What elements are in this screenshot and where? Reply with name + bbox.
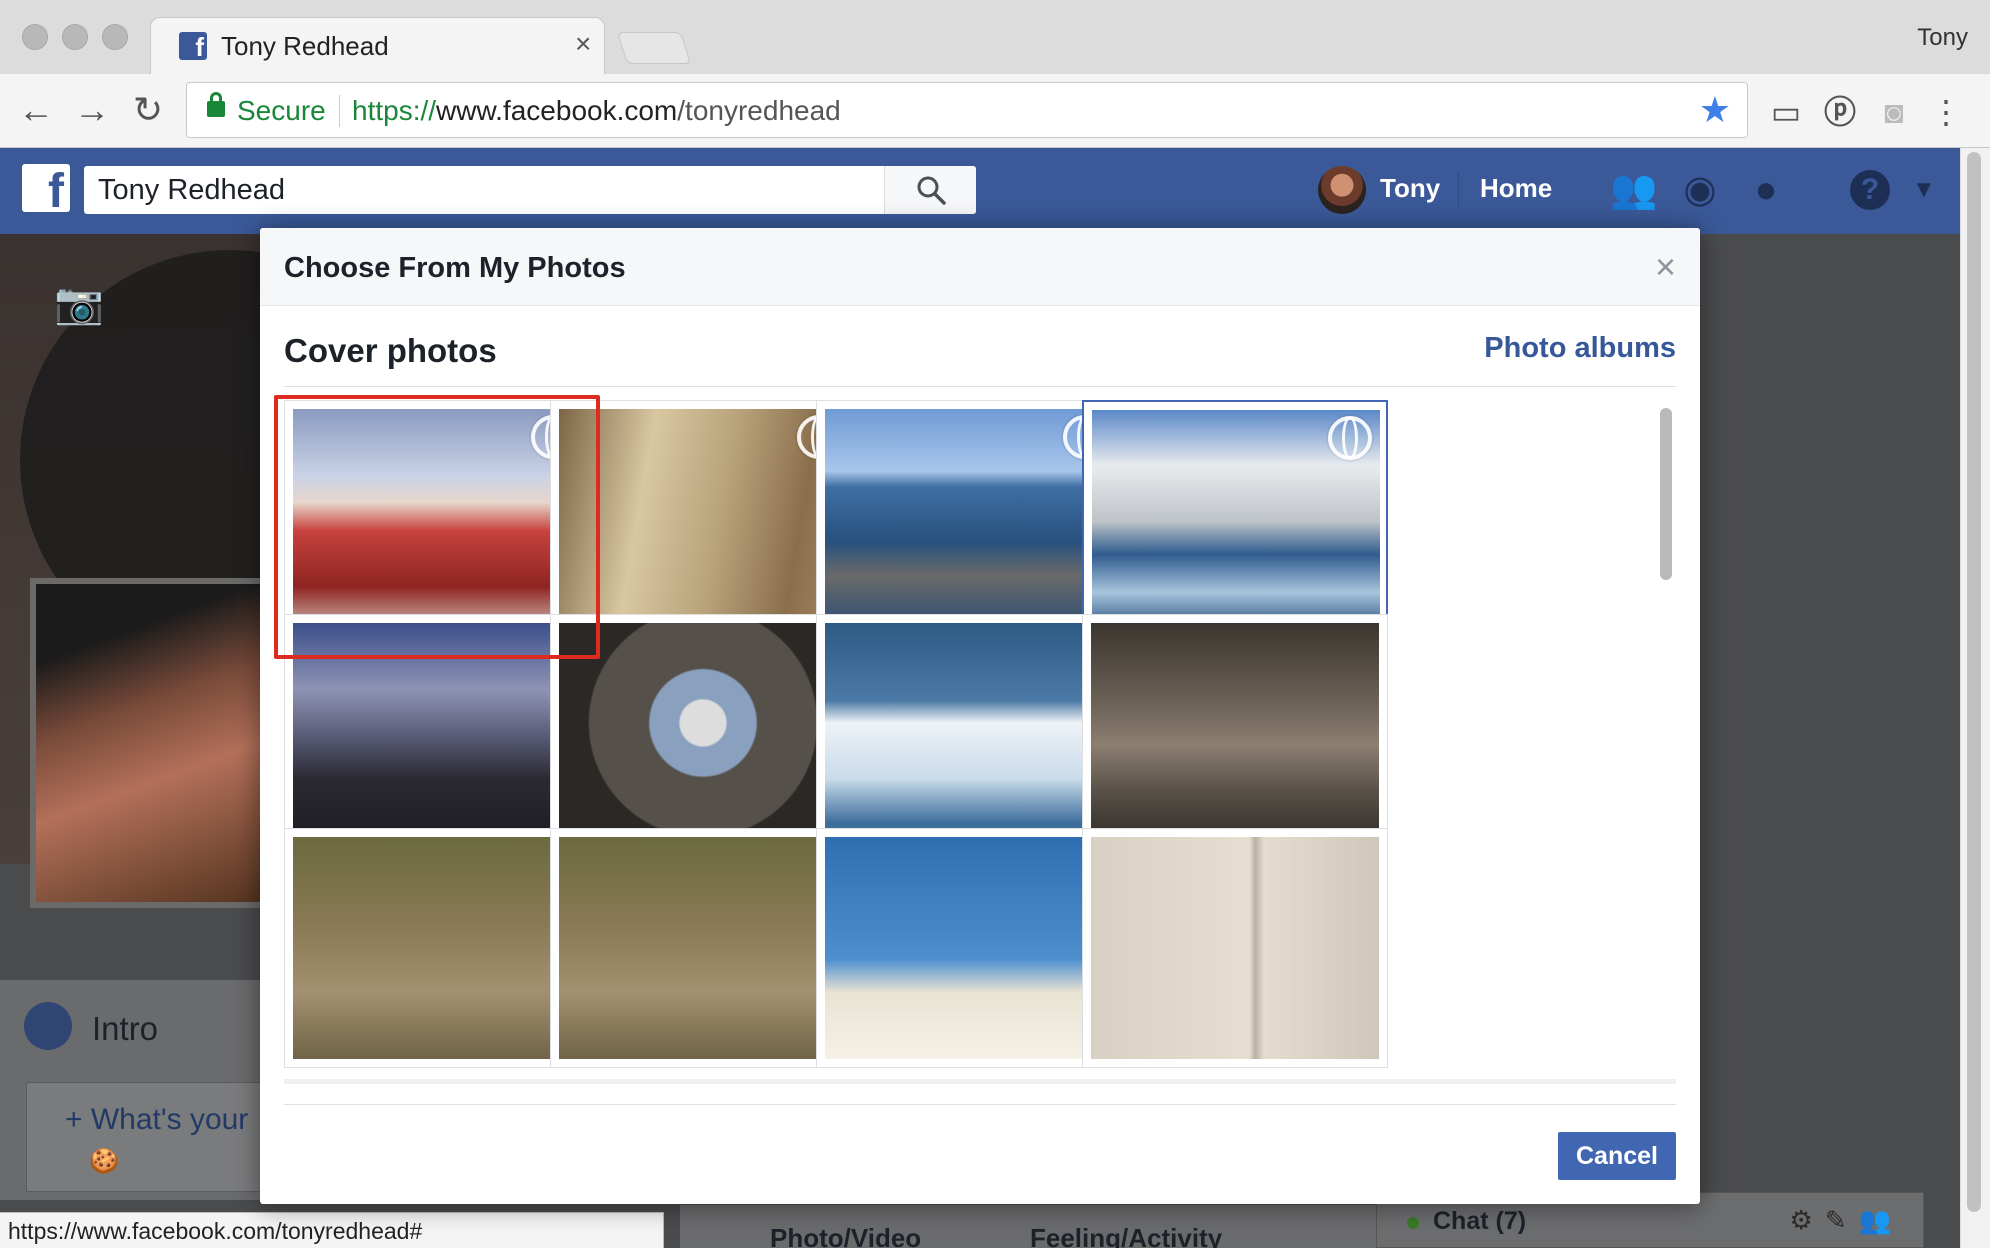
photo-thumbnail-sea-lions[interactable] <box>1082 614 1388 854</box>
photo-image <box>825 837 1113 1059</box>
grid-bottom-edge <box>284 1079 1676 1084</box>
section-divider <box>284 386 1676 387</box>
browser-tab[interactable]: f Tony Redhead × <box>150 17 605 75</box>
page-scrollbar-thumb[interactable] <box>1967 152 1981 1212</box>
composer-bar: Photo/Video Feeling/Activity <box>680 1205 1380 1248</box>
photo-thumbnail-cruise-ship[interactable] <box>1082 400 1388 640</box>
photo-thumbnail-iceberg[interactable] <box>816 614 1122 854</box>
status-url: https://www.facebook.com/tonyredhead# <box>8 1218 423 1244</box>
friend-requests-icon[interactable]: 👥 <box>1610 166 1658 214</box>
search-button[interactable] <box>884 166 976 214</box>
highlight-annotation-box <box>274 395 600 659</box>
intro-prompt-link[interactable]: + What's your <box>65 1103 248 1137</box>
photo-albums-link[interactable]: Photo albums <box>1484 332 1676 365</box>
url-scheme: https:// <box>352 95 437 126</box>
close-icon[interactable]: × <box>1655 246 1676 288</box>
browser-toolbar: ← → ↻ Secure https://www.facebook.com/to… <box>0 74 1990 148</box>
url-text[interactable]: https://www.facebook.com/tonyredhead <box>352 95 841 127</box>
browser-tab-strip: f Tony Redhead × Tony <box>0 0 1990 75</box>
photo-thumbnail-beach-photographer[interactable] <box>816 828 1122 1068</box>
forward-arrow-icon[interactable]: → <box>70 88 114 132</box>
photo-image <box>1091 623 1379 845</box>
pinterest-extension-icon[interactable]: ⓟ <box>1818 90 1862 134</box>
intro-heading: Intro <box>92 1010 159 1047</box>
cookie-emoji-icon: 🍪 <box>89 1148 119 1175</box>
lock-icon <box>207 92 225 117</box>
close-window-button[interactable] <box>22 24 48 50</box>
screen-capture-extension-icon[interactable]: ▭ <box>1764 90 1808 134</box>
dialog-title: Choose From My Photos <box>284 252 626 284</box>
feeling-activity-button[interactable]: Feeling/Activity <box>1030 1223 1222 1248</box>
minimize-window-button[interactable] <box>62 24 88 50</box>
dialog-scrollbar-thumb[interactable] <box>1660 408 1672 580</box>
url-path: /tonyredhead <box>677 95 841 126</box>
section-title: Cover photos <box>284 332 497 369</box>
dialog-header: Choose From My Photos × <box>260 228 1700 306</box>
facebook-favicon-icon: f <box>179 32 207 60</box>
photo-thumbnail-komodo-dragon[interactable] <box>550 828 856 1068</box>
tab-title: Tony Redhead <box>221 31 389 61</box>
photo-image <box>559 837 847 1059</box>
more-menu-icon[interactable]: ⋮ <box>1930 90 1962 134</box>
back-arrow-icon[interactable]: ← <box>14 88 58 132</box>
chat-label[interactable]: Chat (7) <box>1433 1207 1526 1236</box>
profile-picture-frame[interactable] <box>30 578 270 908</box>
address-divider <box>339 95 340 127</box>
secure-label: Secure <box>237 95 326 126</box>
chat-options-icon[interactable]: ⚙✎👥 <box>1790 1205 1903 1236</box>
search-icon <box>917 176 946 205</box>
footer-divider <box>284 1104 1676 1105</box>
home-link[interactable]: Home <box>1480 173 1552 204</box>
bookmark-star-icon[interactable]: ★ <box>1699 89 1731 131</box>
url-host: www.facebook.com <box>436 95 678 126</box>
photo-thumbnail-komodo-dragon[interactable] <box>284 828 590 1068</box>
nav-divider <box>1458 172 1459 206</box>
cancel-button[interactable]: Cancel <box>1558 1132 1676 1180</box>
profile-picture <box>36 584 264 902</box>
photo-video-button[interactable]: Photo/Video <box>770 1223 921 1248</box>
link-status-bar: https://www.facebook.com/tonyredhead# <box>0 1212 664 1248</box>
intro-prompt-box[interactable]: + What's your 🍪 <box>26 1082 286 1192</box>
account-menu-caret-icon[interactable]: ▼ <box>1912 176 1936 204</box>
photo-image <box>559 623 847 845</box>
profile-link[interactable]: Tony <box>1380 173 1440 204</box>
close-tab-icon[interactable]: × <box>575 28 591 60</box>
facebook-top-bar: f Tony Redhead Tony Home 👥 ◉ ● ? ▼ <box>0 148 1960 234</box>
reload-icon[interactable]: ↻ <box>126 88 170 132</box>
intro-globe-icon <box>24 1002 72 1050</box>
update-cover-camera-icon[interactable]: 📷 <box>54 280 104 327</box>
intro-prompt-text: What's your <box>90 1103 249 1136</box>
new-tab-button[interactable] <box>616 32 692 64</box>
facebook-logo-icon[interactable]: f <box>22 164 70 212</box>
choose-photos-dialog: Choose From My Photos × Cover photos Pho… <box>260 228 1700 1204</box>
address-bar[interactable]: Secure https://www.facebook.com/tonyredh… <box>186 82 1748 138</box>
zoom-window-button[interactable] <box>102 24 128 50</box>
photo-image <box>1091 837 1379 1059</box>
help-icon[interactable]: ? <box>1850 170 1890 210</box>
notifications-globe-icon[interactable]: ● <box>1742 166 1790 214</box>
panorama-360-icon <box>1328 416 1372 460</box>
intro-card: Intro + What's your 🍪 <box>0 980 286 1200</box>
photo-image <box>825 623 1113 845</box>
browser-profile-name[interactable]: Tony <box>1917 24 1968 52</box>
search-input-value[interactable]: Tony Redhead <box>98 174 285 207</box>
camera-extension-icon[interactable]: ◙ <box>1872 90 1916 134</box>
avatar[interactable] <box>1318 166 1366 214</box>
online-status-dot <box>1407 1217 1419 1229</box>
photo-thumbnail-zodiac-boat[interactable] <box>816 400 1122 640</box>
photo-image <box>293 837 581 1059</box>
photo-thumbnail-painted-numbers[interactable] <box>1082 828 1388 1068</box>
facebook-search-field[interactable]: Tony Redhead <box>84 166 976 214</box>
messenger-icon[interactable]: ◉ <box>1676 166 1724 214</box>
